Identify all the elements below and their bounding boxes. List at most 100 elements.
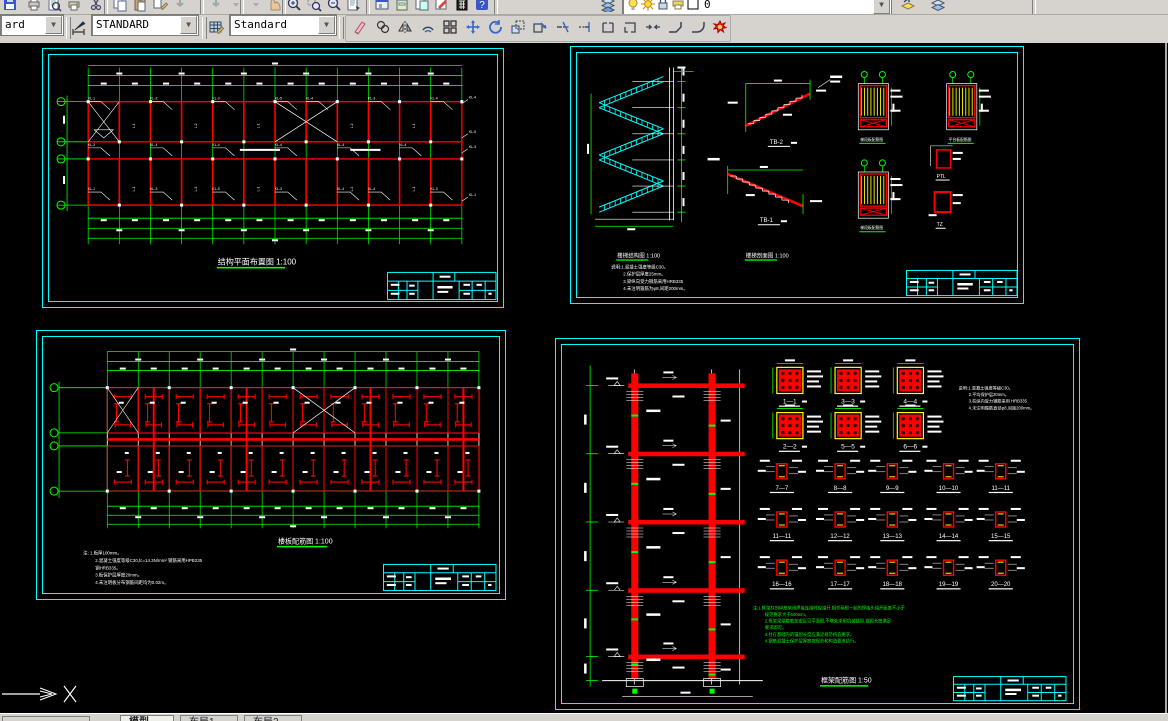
help-icon[interactable]: ? xyxy=(474,0,490,12)
sheet-beam-plan: KL-1 KL-2 KL-3 KL-5 KL-4 KL-3 KL-4 KL-2 KL-4 KL-4… xyxy=(42,48,504,308)
svg-text:KL-2: KL-2 xyxy=(150,97,157,101)
svg-text:12—12: 12—12 xyxy=(830,534,850,540)
copy-icon[interactable] xyxy=(112,0,128,12)
dim-style-dropdown[interactable]: STANDARD ▼ xyxy=(91,14,199,36)
svg-text:结构平面布置图 1:100: 结构平面布置图 1:100 xyxy=(218,256,297,266)
fillet-icon[interactable] xyxy=(690,19,706,35)
svg-text:11—11: 11—11 xyxy=(773,534,792,540)
layer-properties-icon[interactable] xyxy=(600,0,616,14)
table-style-icon[interactable] xyxy=(208,19,225,35)
svg-text:KL-4: KL-4 xyxy=(150,143,157,147)
join-icon[interactable] xyxy=(645,19,661,35)
cut-icon[interactable] xyxy=(88,0,104,12)
svg-text:TZ: TZ xyxy=(937,222,943,228)
svg-text:梯段板配筋图: 梯段板配筋图 xyxy=(860,137,883,142)
copy-object-icon[interactable] xyxy=(375,19,391,35)
drawing-canvas[interactable]: KL-1 KL-2 KL-3 KL-5 KL-4 KL-3 KL-4 KL-2 KL-4 KL-4… xyxy=(0,43,1168,713)
svg-text:L-2: L-2 xyxy=(350,123,354,128)
tab-layout2[interactable]: 布局2 xyxy=(244,715,302,721)
text-style-dropdown[interactable]: ard ▼ xyxy=(0,14,64,36)
color-swatch-icon[interactable] xyxy=(685,0,701,12)
explode-icon[interactable] xyxy=(712,19,728,35)
extend-icon[interactable] xyxy=(577,19,593,35)
table-style-value: Standard xyxy=(234,18,287,31)
plot-icon[interactable] xyxy=(66,0,82,12)
svg-text:梯段板配筋图: 梯段板配筋图 xyxy=(860,225,883,230)
chevron-down-icon[interactable]: ▼ xyxy=(180,16,197,34)
zoom-realtime-icon[interactable] xyxy=(286,0,302,12)
svg-text:L-2: L-2 xyxy=(194,187,198,192)
tab-layout1[interactable]: 布局1 xyxy=(180,715,238,721)
sun-icon[interactable] xyxy=(640,0,656,12)
stretch-icon[interactable] xyxy=(532,19,548,35)
properties-icon[interactable] xyxy=(346,0,362,12)
markup-icon[interactable] xyxy=(434,0,450,12)
break-at-point-icon[interactable] xyxy=(600,19,616,35)
array-icon[interactable] xyxy=(442,19,458,35)
match-properties-icon[interactable] xyxy=(152,0,169,12)
svg-text:楼梯结构图 1:100: 楼梯结构图 1:100 xyxy=(617,251,660,259)
sheet-set-manager-icon[interactable] xyxy=(414,0,430,12)
mirror-icon[interactable] xyxy=(397,19,413,35)
print-preview-icon[interactable] xyxy=(46,0,62,12)
chamfer-icon[interactable] xyxy=(667,19,683,35)
svg-text:KL-1: KL-1 xyxy=(88,97,95,101)
svg-text:9—9: 9—9 xyxy=(886,486,899,492)
zoom-window-icon[interactable] xyxy=(306,0,322,12)
save-icon[interactable] xyxy=(2,0,18,12)
design-center-icon[interactable] xyxy=(374,0,390,12)
layer-dropdown[interactable]: 0 ▼ xyxy=(622,0,892,14)
tab-nav-buttons[interactable] xyxy=(2,716,90,721)
rotate-icon[interactable] xyxy=(487,19,503,35)
svg-text:说明:1.混凝土强度等级C30。: 说明:1.混凝土强度等级C30。 xyxy=(959,384,1013,391)
chevron-down-icon[interactable]: ▼ xyxy=(318,16,335,34)
pan-icon[interactable] xyxy=(266,0,282,12)
offset-icon[interactable] xyxy=(420,19,436,35)
down-arrow-2-icon[interactable] xyxy=(248,0,264,12)
svg-text:3.梁纵向受力钢筋采用HRB335: 3.梁纵向受力钢筋采用HRB335 xyxy=(623,278,684,285)
layer-previous-icon[interactable] xyxy=(930,0,946,12)
tool-palettes-icon[interactable] xyxy=(394,0,410,12)
zoom-previous-icon[interactable] xyxy=(326,0,342,12)
bulb-icon[interactable] xyxy=(625,0,641,12)
plot-state-icon[interactable] xyxy=(670,0,686,12)
svg-text:平台板配筋图: 平台板配筋图 xyxy=(949,137,972,142)
styles-modify-toolbar-row: ard ▼ STANDARD ▼ Standard ▼ xyxy=(0,14,1168,43)
svg-text:KL-4: KL-4 xyxy=(368,187,375,191)
undo-icon[interactable] xyxy=(172,0,188,12)
paste-icon[interactable] xyxy=(132,0,148,12)
chevron-down-icon[interactable]: ▼ xyxy=(45,16,62,34)
lock-icon[interactable] xyxy=(655,0,671,12)
svg-text:KL-3: KL-3 xyxy=(275,187,282,191)
svg-text:KL-4: KL-4 xyxy=(337,187,344,191)
scale-icon[interactable] xyxy=(510,19,526,35)
print-icon[interactable] xyxy=(26,0,42,12)
tab-model[interactable]: 模型 xyxy=(120,715,174,721)
svg-text:3.板保护层厚度20mm。: 3.板保护层厚度20mm。 xyxy=(95,572,142,579)
svg-text:3.柱在基础内的锚固长度应满足规范构造要求。: 3.柱在基础内的锚固长度应满足规范构造要求。 xyxy=(765,631,855,638)
svg-text:4.钢筋混凝土保护层厚度按规范和构造要求执行。: 4.钢筋混凝土保护层厚度按规范和构造要求执行。 xyxy=(765,637,859,644)
svg-text:KL-3: KL-3 xyxy=(368,97,375,101)
erase-icon[interactable] xyxy=(352,19,368,35)
svg-text:L-1: L-1 xyxy=(132,187,136,192)
dim-style-icon[interactable] xyxy=(71,19,87,35)
svg-text:注:1.框架柱的纵筋采用焊接连接时应错开,相邻两根一起的焊接: 注:1.框架柱的纵筋采用焊接连接时应错开,相邻两根一起的焊接头错开距离不小于 xyxy=(753,604,906,611)
beam-plan-drawing: KL-1 KL-2 KL-3 KL-5 KL-4 KL-3 KL-4 KL-2 KL-4 KL-4… xyxy=(56,62,497,301)
toolbar-separator xyxy=(366,0,370,14)
chevron-down-icon[interactable]: ▼ xyxy=(873,0,890,14)
svg-text:3.柱纵向受力钢筋采用 HRB335: 3.柱纵向受力钢筋采用 HRB335 xyxy=(969,398,1028,405)
trim-icon[interactable] xyxy=(555,19,571,35)
table-style-dropdown[interactable]: Standard ▼ xyxy=(229,14,337,36)
svg-text:15—15: 15—15 xyxy=(991,534,1011,540)
redo-icon[interactable] xyxy=(208,0,224,12)
calculator-icon[interactable] xyxy=(454,0,470,12)
break-icon[interactable] xyxy=(622,19,638,35)
slab-plan-drawing: 楼板配筋图 1:100 注: 1.板厚100mm。2.混凝土强度等级C30,fc=… xyxy=(49,348,497,592)
svg-text:11—11: 11—11 xyxy=(991,486,1010,492)
make-object-layer-current-icon[interactable] xyxy=(900,0,916,12)
toolbar: ? 0 ▼ ard ▼ STANDARD ▼ Standard ▼ xyxy=(0,0,1168,43)
svg-text:KL-4: KL-4 xyxy=(337,143,344,147)
svg-text:KL-3: KL-3 xyxy=(469,145,476,149)
text-style-value: ard xyxy=(5,18,25,31)
move-icon[interactable] xyxy=(465,19,481,35)
